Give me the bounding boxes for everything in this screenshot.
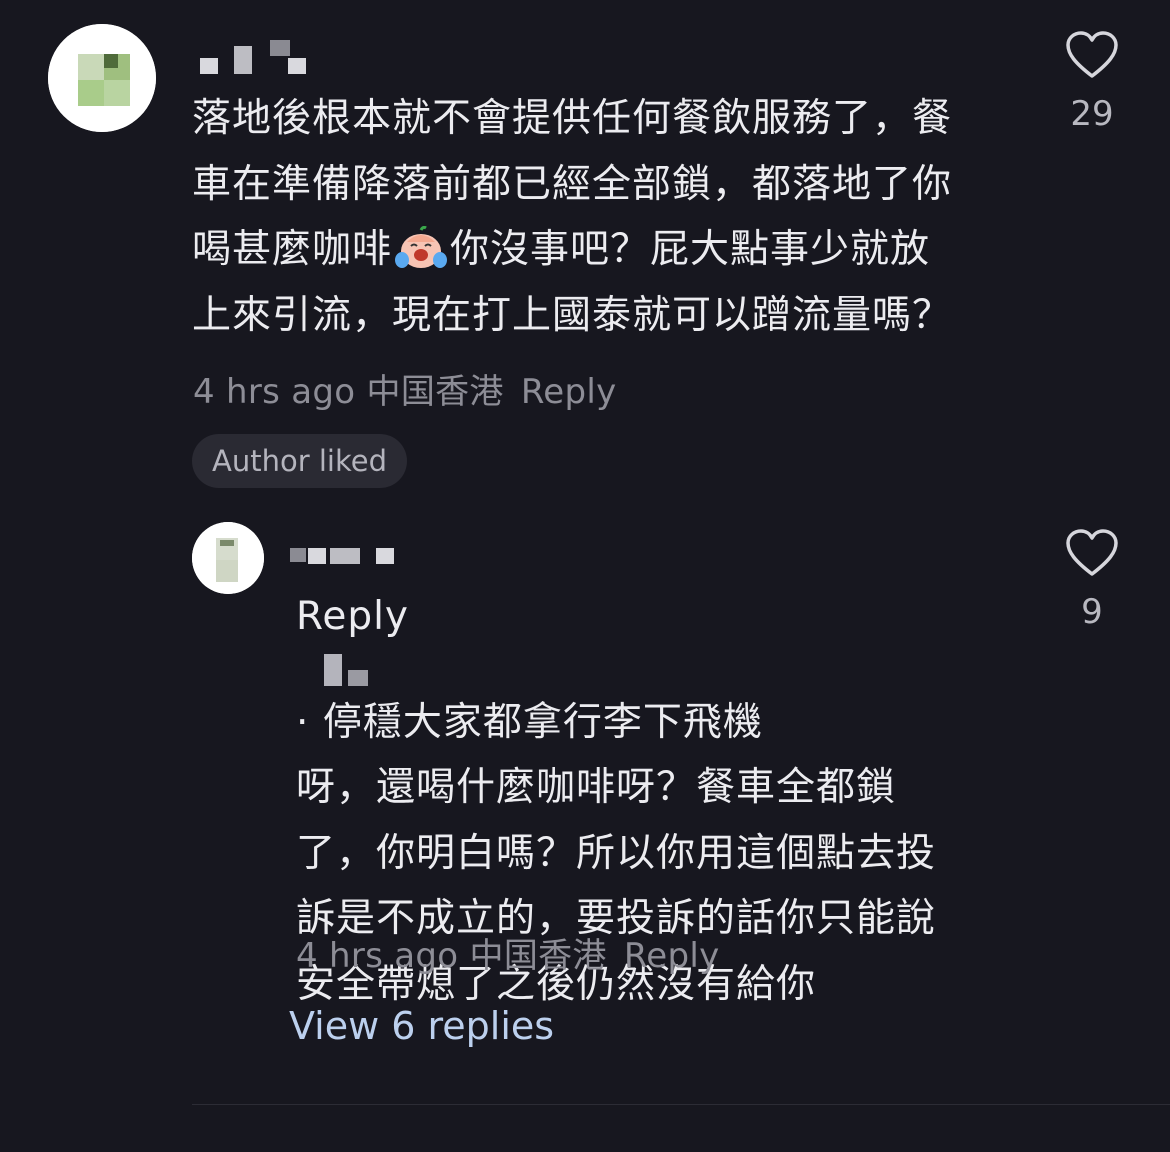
comment-line: 落地後根本就不會提供任何餐飲服務了，餐 [192, 96, 953, 141]
mention-blurred[interactable] [308, 650, 398, 690]
divider [192, 1104, 1170, 1105]
like-count: 29 [1070, 94, 1114, 134]
heart-icon [1066, 31, 1118, 78]
comment-line: 喝甚麼咖啡 你沒事吧？屁大點事少就放 [192, 226, 931, 272]
crying-face-emoji [395, 226, 448, 268]
heart-icon [1066, 529, 1118, 576]
reply-avatar[interactable] [192, 522, 264, 594]
comment-text: 落地後根本就不會提供任何餐飲服務了，餐 車在準備降落前都已經全部鎖，都落地了你 … [192, 86, 1022, 348]
author-liked-badge: Author liked [192, 434, 407, 488]
commenter-username-blurred[interactable] [200, 40, 310, 80]
reply-line: Reply · 停穩大家都拿行李下飛機 [296, 594, 763, 745]
commenter-avatar[interactable] [48, 24, 156, 132]
reply-location: 中国香港 [469, 936, 607, 976]
comment-thread: 落地後根本就不會提供任何餐飲服務了，餐 車在準備降落前都已經全部鎖，都落地了你 … [0, 0, 1170, 1152]
reply-meta: 4 hrs ago 中国香港 Reply [296, 928, 720, 977]
like-button[interactable]: 29 [1062, 30, 1122, 134]
comment-line: 上來引流，現在打上國泰就可以蹭流量嗎？ [192, 292, 953, 338]
reply-like-count: 9 [1081, 592, 1103, 632]
reply-username-blurred[interactable] [290, 536, 400, 576]
reply-line: 了，你明白嗎？所以你用這個點去投 [296, 830, 937, 876]
reply-time: 4 hrs ago [296, 936, 459, 976]
view-replies-link[interactable]: View 6 replies [289, 1004, 554, 1048]
comment-location: 中国香港 [366, 372, 504, 412]
reply-like-button[interactable]: 9 [1062, 528, 1122, 632]
comment-time: 4 hrs ago [193, 372, 356, 412]
reply-to-reply-button[interactable]: Reply [624, 936, 720, 976]
comment-meta: 4 hrs ago 中国香港 Reply [193, 364, 617, 413]
reply-line: 呀，還喝什麼咖啡呀？餐車全都鎖 [296, 765, 897, 810]
reply-button[interactable]: Reply [521, 372, 617, 412]
comment-line: 車在準備降落前都已經全部鎖，都落地了你 [192, 161, 953, 207]
